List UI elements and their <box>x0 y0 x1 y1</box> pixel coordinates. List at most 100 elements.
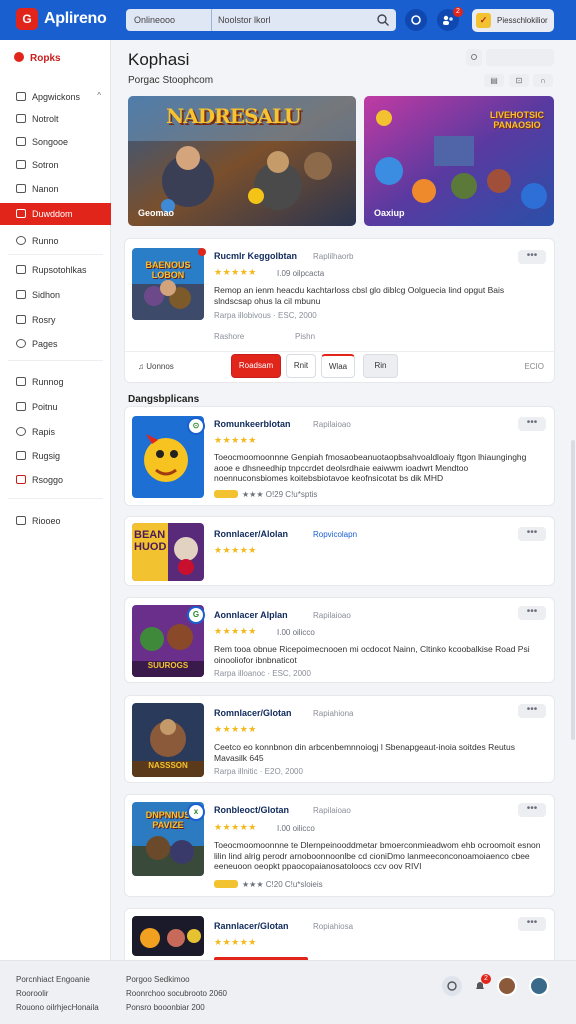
app-more-button-1[interactable]: ••• <box>518 417 546 431</box>
app-rating-5: I.00 oilicco <box>277 824 315 833</box>
featured-foot-right: ECIO <box>524 362 544 371</box>
sidebar-item-2[interactable]: Songooe <box>0 131 111 153</box>
app-more-button-3[interactable]: ••• <box>518 606 546 620</box>
app-title-3[interactable]: Aonnlacer Alplan <box>214 610 288 620</box>
sidebar-item-4[interactable]: Nanon <box>0 178 111 200</box>
sidebar-item-11[interactable]: Runnog <box>0 371 111 393</box>
star-icon <box>16 290 26 299</box>
sidebar-item-7[interactable]: Rupsotohlkas <box>0 259 111 281</box>
sidebar-item-6[interactable]: Runno <box>0 230 111 252</box>
heart-icon <box>16 475 26 484</box>
app-card-4[interactable]: NASSSON Romnlacer/Glotan Rapiahiona ★★★★… <box>124 695 555 783</box>
featured-more-button[interactable]: ••• <box>518 250 546 264</box>
sidebar-logo-icon <box>14 52 24 62</box>
car-view-icon[interactable]: ⊡ <box>509 74 529 87</box>
headset-icon[interactable]: ∩ <box>533 74 553 87</box>
account-button[interactable]: ✓ Piesschlokilior <box>472 9 554 32</box>
sidebar-item-5-active[interactable]: Duwddom <box>0 203 111 225</box>
app-card-5[interactable]: DNPNNUS PAVIZE x Ronbleoct/Glotan Rapilai… <box>124 794 555 897</box>
banner-card-1[interactable]: NADRESALU Geomao <box>128 96 356 226</box>
sidebar-title[interactable]: Ropks <box>14 52 61 64</box>
app-more-button-6[interactable]: ••• <box>518 917 546 931</box>
sidebar-item-label: Runno <box>32 236 59 246</box>
ring-icon <box>447 981 457 991</box>
sidebar-item-13[interactable]: Rapis <box>0 421 111 443</box>
featured-thumbnail[interactable]: BAENOUS LOBON <box>132 248 204 320</box>
sidebar-item-0[interactable]: Apgwickons ^ <box>0 86 111 108</box>
app-thumbnail-2[interactable]: BEAN HUOD <box>132 523 204 581</box>
sidebar-item-10[interactable]: Pages <box>0 333 111 355</box>
sidebar-item-label: Rosry <box>32 315 56 325</box>
app-title-5[interactable]: Ronbleoct/Glotan <box>214 805 289 815</box>
sidebar-item-14[interactable]: Rugsig <box>0 445 111 467</box>
search-scope-select[interactable]: Onlineooo <box>126 9 212 31</box>
calendar-icon <box>16 265 26 274</box>
app-logo[interactable]: G <box>16 8 38 30</box>
app-card-6[interactable]: Rannlacer/Glotan Ropiahiosa ★★★★★ ••• <box>124 908 555 961</box>
app-art-title-4: NASSSON <box>148 761 188 770</box>
featured-title[interactable]: Rucmlr Keggolbtan <box>214 251 297 261</box>
app-card-1[interactable]: ⊙ Romunkeerblotan Rapilaioao ★★★★★ Toeoc… <box>124 406 555 506</box>
banner-card-2[interactable]: LIVEHOTSIC PANAOSIO Oaxiup <box>364 96 554 226</box>
footer-col2-line1[interactable]: Porgoo Sedkimoo <box>126 975 190 984</box>
top-header: G Aplireno Onlineooo 2 ✓ Piesschlokilior <box>0 0 576 40</box>
sidebar-item-label: Rapis <box>32 427 56 437</box>
scrollbar[interactable] <box>571 440 575 740</box>
featured-art-title: BAENOUS LOBON <box>145 260 191 280</box>
avatar-1[interactable] <box>497 976 517 996</box>
banner-art-title-1: NADRESALU <box>166 104 301 128</box>
app-art-title-3: SUUROGS <box>147 661 189 670</box>
people-icon <box>443 15 453 25</box>
featured-stars: ★★★★★ <box>214 267 257 277</box>
app-meta-2[interactable]: Ropvicolapn <box>313 530 357 539</box>
app-more-button-5[interactable]: ••• <box>518 803 546 817</box>
footer-col1-line1[interactable]: Porcnhiact Engoanie <box>16 975 90 984</box>
sidebar-item-label: Apgwickons <box>32 92 81 102</box>
app-thumbnail-4[interactable]: NASSSON <box>132 703 204 777</box>
secondary-button-2[interactable]: Wlaa <box>321 354 355 378</box>
search-icon[interactable] <box>376 13 390 27</box>
search-bar: Onlineooo <box>126 9 396 31</box>
action-button[interactable] <box>486 49 554 66</box>
sidebar-item-9[interactable]: Rosry <box>0 309 111 331</box>
sidebar-item-16[interactable]: Riooeo <box>0 510 111 532</box>
secondary-button-3[interactable]: Rin <box>363 354 398 378</box>
app-title-2[interactable]: Ronnlacer/Alolan <box>214 529 288 539</box>
sidebar-item-8[interactable]: Sidhon <box>0 284 111 306</box>
app-thumbnail-6[interactable] <box>132 916 204 956</box>
app-card-3[interactable]: SUUROGS G Aonnlacer Alplan Rapilaioao ★★… <box>124 597 555 683</box>
footer-col2-line3[interactable]: Ponsro booonbiar 200 <box>126 1003 205 1012</box>
sidebar-item-label: Rugsig <box>32 451 61 461</box>
sidebar-item-1[interactable]: Notrolt <box>0 108 111 130</box>
share-button[interactable] <box>466 49 482 66</box>
primary-action-button[interactable]: Roadsam <box>231 354 281 378</box>
app-more-button-4[interactable]: ••• <box>518 704 546 718</box>
profile-circle-button[interactable] <box>405 9 427 31</box>
app-rating-3: I.00 oilicco <box>277 628 315 637</box>
sidebar: Ropks Apgwickons ^ Notrolt Songooe Sotron… <box>0 40 111 960</box>
footer-col1-line2[interactable]: Rooroolir <box>16 989 48 998</box>
app-name[interactable]: Aplireno <box>44 10 107 28</box>
sidebar-item-15[interactable]: Rsoggo <box>0 469 111 491</box>
sidebar-item-3[interactable]: Sotron <box>0 154 111 176</box>
sidebar-item-label: Sotron <box>32 160 59 170</box>
app-more-button-2[interactable]: ••• <box>518 527 546 541</box>
avatar-2[interactable] <box>529 976 549 996</box>
account-icon: ✓ <box>476 13 491 28</box>
featured-app-card[interactable]: BAENOUS LOBON Rucmlr Keggolbtan Raplilha… <box>124 238 556 383</box>
app-title-4[interactable]: Romnlacer/Glotan <box>214 708 292 718</box>
sidebar-item-label: Rupsotohlkas <box>32 265 87 275</box>
search-input[interactable] <box>218 12 368 28</box>
bottom-circle-icon[interactable] <box>442 976 462 996</box>
footer-col2-line2[interactable]: Roonrchoo socubrooto 2060 <box>126 989 227 998</box>
app-description-1: Toeocmoomoonnne Genpiah fmosaobeanuotaop… <box>214 452 527 483</box>
sidebar-item-label: Pages <box>32 339 58 349</box>
footer-col1-line3[interactable]: Rouono oilrhjecHonaila <box>16 1003 99 1012</box>
app-title-6[interactable]: Rannlacer/Glotan <box>214 921 289 931</box>
featured-sub-meta: Rarpa illobivous · ESC, 2000 <box>214 311 317 320</box>
secondary-button-1[interactable]: Rnit <box>286 354 316 378</box>
app-title-1[interactable]: Romunkeerblotan <box>214 419 291 429</box>
list-view-icon[interactable]: ▤ <box>484 74 504 87</box>
sidebar-item-12[interactable]: Poitnu <box>0 396 111 418</box>
app-card-2[interactable]: BEAN HUOD Ronnlacer/Alolan Ropvicolapn ★★… <box>124 516 555 586</box>
